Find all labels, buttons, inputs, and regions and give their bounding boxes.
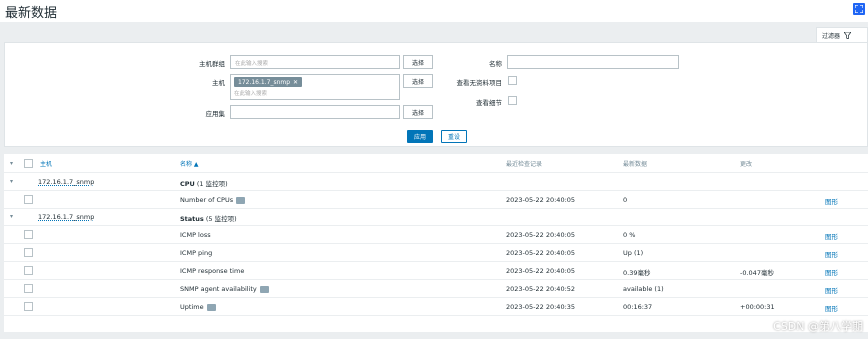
row-last-value: Up (1) [623, 249, 644, 257]
row-graph-link[interactable]: 图形 [825, 285, 838, 295]
row-checkbox[interactable] [24, 195, 33, 204]
column-header-change: 更改 [740, 160, 753, 168]
select-all-checkbox[interactable] [24, 159, 33, 168]
filter-tab-bar: 过滤器 [0, 22, 868, 42]
fullscreen-button[interactable] [853, 3, 865, 15]
group-item-count: (1 监控项) [196, 180, 228, 188]
row-graph-link[interactable]: 图形 [825, 196, 838, 206]
row-last-check: 2023-05-22 20:40:05 [506, 267, 576, 275]
hosts-placeholder: 在此输入搜索 [234, 91, 268, 97]
row-checkbox[interactable] [24, 230, 33, 239]
divider [4, 190, 868, 191]
row-graph-link[interactable]: 图形 [825, 231, 838, 241]
show-no-data-checkbox[interactable] [508, 76, 517, 85]
divider [4, 225, 868, 226]
divider [4, 208, 868, 209]
description-icon[interactable] [206, 303, 216, 311]
show-no-data-label: 查看无资料项目 [456, 79, 503, 87]
row-last-check: 2023-05-22 20:40:05 [506, 231, 576, 239]
divider [4, 315, 868, 316]
hosts-input[interactable]: 172.16.1.7_snmp ✕ 在此输入搜索 [230, 74, 400, 100]
description-icon[interactable] [259, 285, 269, 293]
row-last-check: 2023-05-22 20:40:05 [506, 196, 576, 204]
column-header-last-check: 最近检查记录 [506, 160, 543, 168]
group-host[interactable]: 172.16.1.7_snmp [38, 178, 94, 186]
divider [4, 279, 868, 280]
host-tag-label: 172.16.1.7_snmp [238, 78, 291, 86]
fullscreen-icon [855, 5, 863, 13]
application-input[interactable] [230, 105, 400, 119]
group-app-name: Status [180, 215, 204, 223]
group-item-count: (5 监控项) [205, 215, 237, 223]
row-graph-link[interactable]: 图形 [825, 267, 838, 277]
group-application: Status (5 监控项) [180, 213, 237, 223]
collapse-all-icon[interactable]: ▾ [10, 160, 13, 167]
filter-tab-label: 过滤器 [822, 32, 841, 40]
group-host[interactable]: 172.16.1.7_snmp [38, 213, 94, 221]
table-row-name: Uptime [180, 303, 216, 311]
group-toggle-icon[interactable]: ▾ [10, 213, 13, 220]
hosts-select-button[interactable]: 选择 [403, 74, 433, 88]
group-app-name: CPU [180, 180, 195, 188]
host-groups-select-button[interactable]: 选择 [403, 55, 433, 69]
row-last-check: 2023-05-22 20:40:52 [506, 285, 576, 293]
row-checkbox[interactable] [24, 266, 33, 275]
row-last-value: 0 [623, 196, 628, 204]
application-select-button[interactable]: 选择 [403, 105, 433, 119]
host-groups-label: 主机群组 [199, 60, 225, 68]
row-last-value: 0 % [623, 231, 636, 239]
filter-icon [844, 31, 852, 39]
row-checkbox[interactable] [24, 302, 33, 311]
name-input[interactable] [507, 55, 679, 69]
row-checkbox[interactable] [24, 284, 33, 293]
table-row-name: ICMP ping [180, 249, 213, 257]
apply-button[interactable]: 应用 [407, 130, 433, 143]
column-header-host[interactable]: 主机 [40, 154, 52, 172]
row-graph-link[interactable]: 图形 [825, 249, 838, 259]
divider [4, 243, 868, 244]
description-icon[interactable] [236, 196, 246, 204]
top-bar: 最新数据 [0, 0, 868, 22]
name-label: 名称 [489, 60, 502, 68]
watermark: CSDN @第八学期 [773, 320, 863, 333]
row-last-check: 2023-05-22 20:40:35 [506, 303, 576, 311]
group-toggle-icon[interactable]: ▾ [10, 178, 13, 185]
table-row-name: ICMP loss [180, 231, 211, 239]
table-row-name: ICMP response time [180, 267, 245, 275]
application-label: 应用集 [205, 110, 226, 118]
filter-tab[interactable]: 过滤器 [816, 27, 868, 42]
page-title: 最新数据 [5, 6, 58, 21]
row-graph-link[interactable]: 图形 [825, 303, 838, 313]
show-details-label: 查看细节 [476, 99, 502, 107]
remove-tag-icon[interactable]: ✕ [293, 79, 298, 86]
reset-button[interactable]: 重设 [441, 130, 467, 143]
filter-panel: 主机群组 在此输入搜索 选择 主机 172.16.1.7_snmp ✕ 在此输入… [4, 42, 868, 147]
row-checkbox[interactable] [24, 248, 33, 257]
row-last-check: 2023-05-22 20:40:05 [506, 249, 576, 257]
row-change: +00:00:31 [740, 303, 775, 311]
divider [4, 297, 868, 298]
row-last-value: 0.39毫秒 [623, 269, 651, 277]
host-groups-input[interactable]: 在此输入搜索 [230, 55, 400, 69]
column-header-last-value: 最新数据 [623, 160, 648, 168]
host-tag: 172.16.1.7_snmp ✕ [234, 77, 303, 87]
table-row-name: Number of CPUs [180, 196, 246, 204]
divider [4, 261, 868, 262]
hosts-label: 主机 [212, 79, 225, 87]
show-details-checkbox[interactable] [508, 96, 517, 105]
latest-data-table: ▾ 主机 名称 ▲ 最近检查记录 最新数据 更改 ▾ 172.16.1.7_sn… [4, 154, 868, 332]
table-row-name: SNMP agent availability [180, 285, 269, 293]
column-header-name[interactable]: 名称 ▲ [180, 154, 199, 172]
divider [4, 172, 868, 173]
row-last-value: 00:16:37 [623, 303, 653, 311]
row-last-value: available (1) [623, 285, 664, 293]
row-change: -0.047毫秒 [740, 269, 774, 277]
group-application: CPU (1 监控项) [180, 178, 228, 188]
